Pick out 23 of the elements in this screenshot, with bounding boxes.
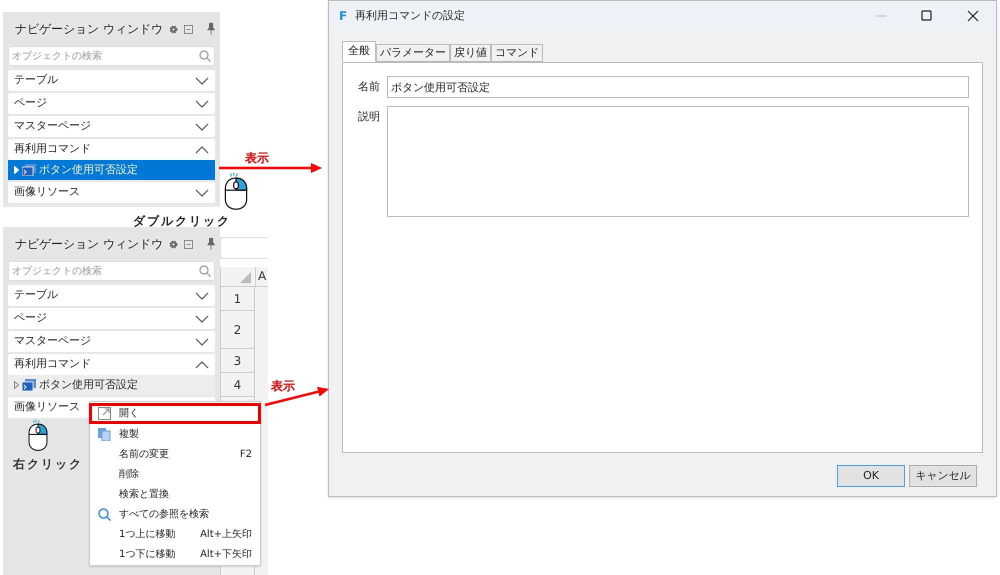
menu-item-label: 名前の変更 bbox=[119, 448, 170, 462]
menu-item-label: 検索と置換 bbox=[119, 488, 170, 502]
menu-shortcut: Alt+上矢印 bbox=[200, 528, 252, 542]
menu-item-label: 複製 bbox=[119, 428, 140, 442]
menu-shortcut: Alt+下矢印 bbox=[200, 548, 252, 562]
annotation-label: 表示 bbox=[271, 378, 295, 395]
panel-title: ナビゲーション ウィンドウ bbox=[15, 21, 163, 38]
tree-item-label: ボタン使用可否設定 bbox=[39, 376, 138, 393]
panel-title: ナビゲーション ウィンドウ bbox=[15, 236, 163, 253]
menu-shortcut: F2 bbox=[240, 448, 252, 462]
menu-item-label: 削除 bbox=[119, 468, 140, 482]
menu-item-label: 1つ上に移動 bbox=[119, 528, 176, 542]
menu-item-label: 1つ下に移動 bbox=[119, 548, 176, 562]
gesture-label: ダブルクリック bbox=[133, 213, 231, 230]
gesture-label: 右クリック bbox=[13, 456, 83, 473]
menu-item-label: すべての参照を検索 bbox=[119, 508, 210, 522]
tree-item-label: ボタン使用可否設定 bbox=[39, 162, 138, 178]
annotation-label: 表示 bbox=[245, 150, 269, 167]
app-logo: F bbox=[339, 8, 348, 25]
field-label: 説明 bbox=[357, 109, 381, 125]
field-label: 名前 bbox=[357, 79, 381, 95]
window-title: 再利用コマンドの設定 bbox=[355, 8, 466, 24]
menu-item-label: 開く bbox=[119, 407, 140, 421]
